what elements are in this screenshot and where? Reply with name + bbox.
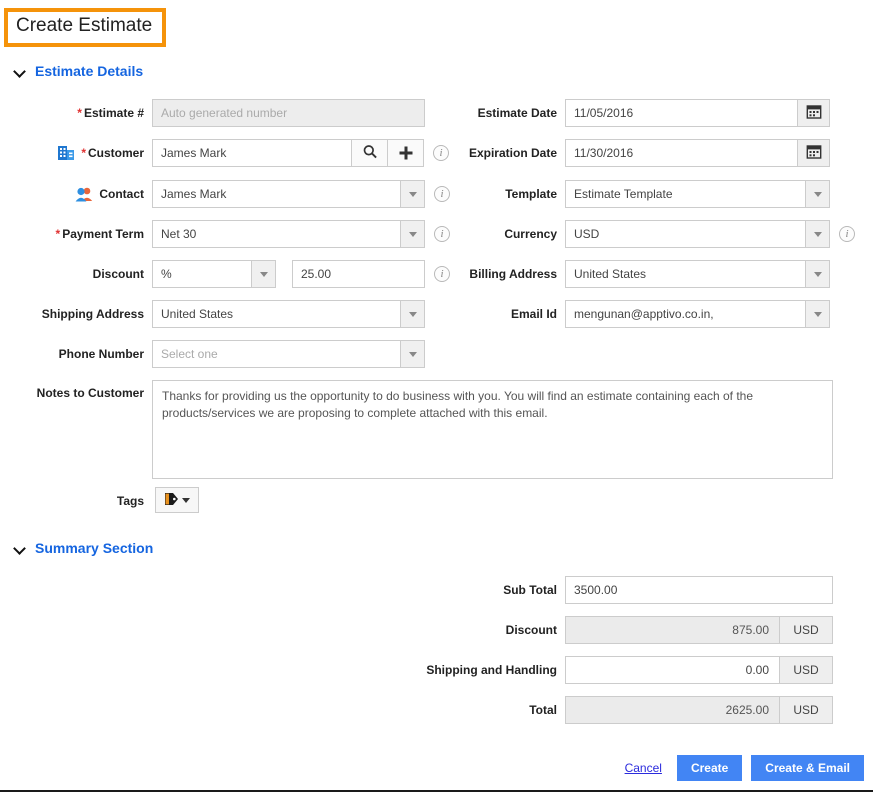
discount-type-select[interactable]: % xyxy=(152,260,252,288)
sub-total-label: Sub Total xyxy=(503,583,557,597)
info-icon[interactable]: i xyxy=(434,266,450,282)
plus-icon xyxy=(399,146,412,160)
currency-select[interactable]: USD xyxy=(565,220,806,248)
email-id-select[interactable]: mengunan@apptivo.co.in, xyxy=(565,300,806,328)
calendar-icon xyxy=(806,144,821,162)
discount-label: Discount xyxy=(92,267,144,281)
customer-search-button[interactable] xyxy=(352,139,388,167)
shipping-address-select[interactable]: United States xyxy=(152,300,401,328)
customer-add-button[interactable] xyxy=(388,139,424,167)
currency-dropdown-caret[interactable] xyxy=(806,220,830,248)
estimate-date-picker-button[interactable] xyxy=(798,99,830,127)
field-row-shipping-address: Shipping Address United States xyxy=(0,300,425,328)
notes-label: Notes to Customer xyxy=(36,386,144,400)
shipping-address-dropdown-caret[interactable] xyxy=(401,300,425,328)
field-row-template: Template Estimate Template xyxy=(460,180,830,208)
info-icon[interactable]: i xyxy=(434,186,450,202)
discount-amount-input[interactable]: 25.00 xyxy=(292,260,425,288)
field-row-estimate-date: Estimate Date 11/05/2016 xyxy=(460,99,830,127)
expiration-date-label: Expiration Date xyxy=(468,146,557,160)
info-icon[interactable]: i xyxy=(433,145,449,161)
tags-button[interactable] xyxy=(155,487,199,513)
field-row-contact: Contact James Mark i xyxy=(0,180,450,208)
template-select[interactable]: Estimate Template xyxy=(565,180,806,208)
page-title: Create Estimate xyxy=(4,8,167,47)
phone-number-select[interactable]: Select one xyxy=(152,340,401,368)
section-label: Estimate Details xyxy=(35,63,144,79)
expiration-date-input[interactable]: 11/30/2016 xyxy=(565,139,798,167)
summary-row-shipping-handling: Shipping and Handling 0.00 USD xyxy=(360,656,833,684)
shipping-handling-input[interactable]: 0.00 xyxy=(565,656,780,684)
required-indicator: * xyxy=(77,106,82,120)
summary-discount-label: Discount xyxy=(505,623,557,637)
summary-row-total: Total 2625.00 USD xyxy=(360,696,833,724)
email-id-dropdown-caret[interactable] xyxy=(806,300,830,328)
chevron-down-icon xyxy=(14,65,27,78)
summary-discount-value: 875.00 xyxy=(565,616,780,644)
people-icon xyxy=(74,185,94,203)
summary-row-sub-total: Sub Total 3500.00 xyxy=(360,576,833,604)
section-header-estimate-details[interactable]: Estimate Details xyxy=(14,63,143,79)
total-currency: USD xyxy=(780,696,833,724)
field-row-estimate-number: * Estimate # Auto generated number xyxy=(0,99,425,127)
section-label: Summary Section xyxy=(35,540,154,556)
estimate-date-label: Estimate Date xyxy=(477,106,557,120)
discount-type-dropdown-caret[interactable] xyxy=(252,260,276,288)
billing-address-label: Billing Address xyxy=(469,267,557,281)
chevron-down-icon xyxy=(182,497,190,503)
billing-address-select[interactable]: United States xyxy=(565,260,806,288)
required-indicator: * xyxy=(55,227,61,241)
phone-number-label: Phone Number xyxy=(58,347,144,361)
notes-to-customer-textarea[interactable]: Thanks for providing us the opportunity … xyxy=(152,380,833,479)
cancel-button[interactable]: Cancel xyxy=(619,760,668,776)
billing-address-dropdown-caret[interactable] xyxy=(806,260,830,288)
payment-term-dropdown-caret[interactable] xyxy=(401,220,425,248)
estimate-number-label: * Estimate # xyxy=(77,106,144,120)
contact-dropdown-caret[interactable] xyxy=(401,180,425,208)
expiration-date-picker-button[interactable] xyxy=(798,139,830,167)
estimate-date-input[interactable]: 11/05/2016 xyxy=(565,99,798,127)
create-button[interactable]: Create xyxy=(676,755,743,781)
total-label: Total xyxy=(529,703,557,717)
field-row-expiration-date: Expiration Date 11/30/2016 xyxy=(460,139,830,167)
chevron-down-icon xyxy=(14,542,27,555)
payment-term-select[interactable]: Net 30 xyxy=(152,220,401,248)
shipping-handling-currency: USD xyxy=(780,656,833,684)
section-header-summary[interactable]: Summary Section xyxy=(14,540,153,556)
contact-label: Contact xyxy=(0,185,152,203)
search-icon xyxy=(362,144,377,162)
tag-icon xyxy=(164,492,179,509)
footer-actions: Cancel Create Create & Email xyxy=(0,752,873,788)
field-row-payment-term: * Payment Term Net 30 i xyxy=(0,220,450,248)
total-value: 2625.00 xyxy=(565,696,780,724)
estimate-number-input[interactable]: Auto generated number xyxy=(152,99,425,127)
create-and-email-button[interactable]: Create & Email xyxy=(751,755,864,781)
required-indicator: * xyxy=(81,146,86,160)
calendar-icon xyxy=(806,104,821,122)
shipping-handling-label: Shipping and Handling xyxy=(426,663,557,677)
template-label: Template xyxy=(505,187,557,201)
currency-label: Currency xyxy=(504,227,557,241)
phone-number-dropdown-caret[interactable] xyxy=(401,340,425,368)
field-row-billing-address: Billing Address United States xyxy=(460,260,830,288)
contact-select[interactable]: James Mark xyxy=(152,180,401,208)
field-row-currency: Currency USD i xyxy=(460,220,855,248)
customer-input[interactable]: James Mark xyxy=(152,139,352,167)
template-dropdown-caret[interactable] xyxy=(806,180,830,208)
summary-discount-currency: USD xyxy=(780,616,833,644)
info-icon[interactable]: i xyxy=(434,226,450,242)
field-row-email-id: Email Id mengunan@apptivo.co.in, xyxy=(460,300,830,328)
field-row-discount: Discount % 25.00 i xyxy=(0,260,450,288)
field-row-customer: * Customer James Mark i xyxy=(0,139,449,167)
info-icon[interactable]: i xyxy=(839,226,855,242)
shipping-address-label: Shipping Address xyxy=(41,307,144,321)
sub-total-input[interactable]: 3500.00 xyxy=(565,576,833,604)
summary-row-discount: Discount 875.00 USD xyxy=(360,616,833,644)
payment-term-label: * Payment Term xyxy=(55,227,144,241)
tags-label: Tags xyxy=(116,494,144,508)
customer-label: * Customer xyxy=(0,144,152,162)
email-id-label: Email Id xyxy=(510,307,557,321)
field-row-phone-number: Phone Number Select one xyxy=(0,340,425,368)
building-icon xyxy=(56,144,76,162)
